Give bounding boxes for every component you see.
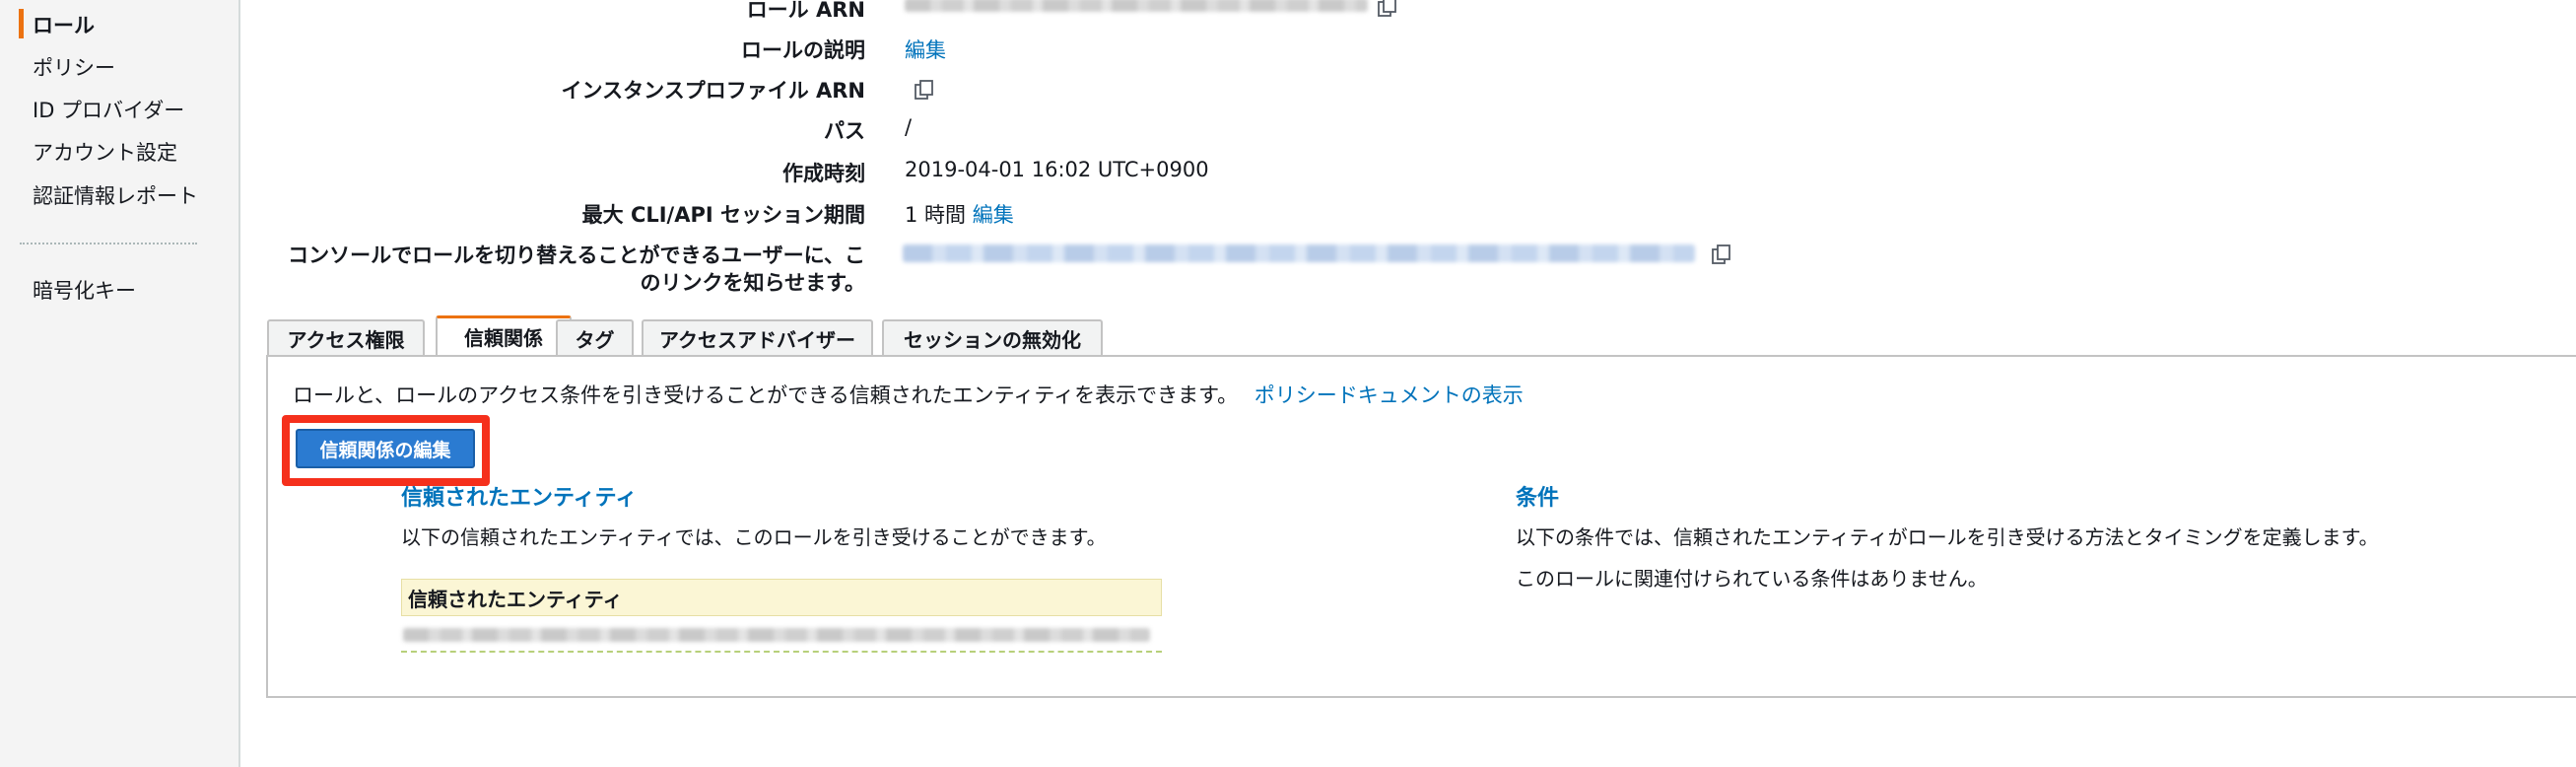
role-description-label: ロールの説明 [741,38,865,62]
switch-role-link-redacted[interactable] [903,244,1695,262]
trusted-entities-title: 信頼されたエンティティ [401,486,638,511]
sidebar-item-policies[interactable]: ポリシー [33,52,115,82]
tab-revoke-sessions[interactable]: セッションの無効化 [882,319,1103,355]
policy-document-link[interactable]: ポリシードキュメントの表示 [1254,384,1524,407]
sidebar: ロール ポリシー ID プロバイダー アカウント設定 認証情報レポート 暗号化キ… [0,0,240,767]
copy-icon[interactable] [1377,0,1398,18]
max-session-duration-label: 最大 CLI/API セッション期間 [581,203,865,227]
conditions-title: 条件 [1516,486,1560,511]
role-arn-value-redacted [905,0,1368,12]
conditions-text: 以下の条件では、信頼されたエンティティがロールを引き受ける方法とタイミングを定義… [1516,525,2379,549]
sidebar-divider [20,243,197,244]
max-session-duration-value: 1 時間 編集 [905,199,1014,229]
sidebar-item-credential-report[interactable]: 認証情報レポート [33,180,198,210]
edit-trust-relationship-button[interactable]: 信頼関係の編集 [296,429,475,468]
trusted-entity-redacted [403,628,1150,642]
trusted-entities-table-header: 信頼されたエンティティ [401,579,1162,616]
creation-time-value: 2019-04-01 16:02 UTC+0900 [905,158,1209,181]
tab-tags[interactable]: タグ [556,319,634,355]
instance-profile-arn-label: インスタンスプロファイル ARN [561,79,865,103]
path-value: / [905,115,913,139]
trust-description: ロールと、ロールのアクセス条件を引き受けることができる信頼されたエンティティを表… [293,380,1524,409]
trust-description-text: ロールと、ロールのアクセス条件を引き受けることができる信頼されたエンティティを表… [293,384,1239,407]
tab-trust-relationships[interactable]: 信頼関係 [436,315,572,355]
max-session-duration-edit-link[interactable]: 編集 [973,203,1014,227]
max-session-duration-text: 1 時間 [905,203,967,227]
sidebar-item-account-settings[interactable]: アカウント設定 [33,137,177,167]
tab-access-advisor[interactable]: アクセスアドバイザー [642,319,873,355]
nav-active-indicator [19,9,24,38]
role-description-edit-link[interactable]: 編集 [905,35,946,64]
sidebar-item-roles[interactable]: ロール [33,10,95,39]
copy-icon[interactable] [1711,244,1732,265]
copy-icon[interactable] [914,79,935,101]
switch-role-link-label-line1: コンソールでロールを切り替えることができるユーザーに、こ [288,244,865,267]
creation-time-label: 作成時刻 [782,162,865,185]
sidebar-item-identity-providers[interactable]: ID プロバイダー [33,95,184,124]
role-arn-label: ロール ARN [746,0,865,22]
switch-role-link-label-line2: のリンクを知らせます。 [640,271,865,295]
conditions-empty-text: このロールに関連付けられている条件はありません。 [1516,567,1988,591]
table-row [401,616,1162,653]
trusted-entities-text: 以下の信頼されたエンティティでは、このロールを引き受けることができます。 [401,525,1107,549]
sidebar-item-encryption-keys[interactable]: 暗号化キー [33,275,136,305]
path-label: パス [824,119,865,143]
tab-permissions[interactable]: アクセス権限 [267,319,425,355]
